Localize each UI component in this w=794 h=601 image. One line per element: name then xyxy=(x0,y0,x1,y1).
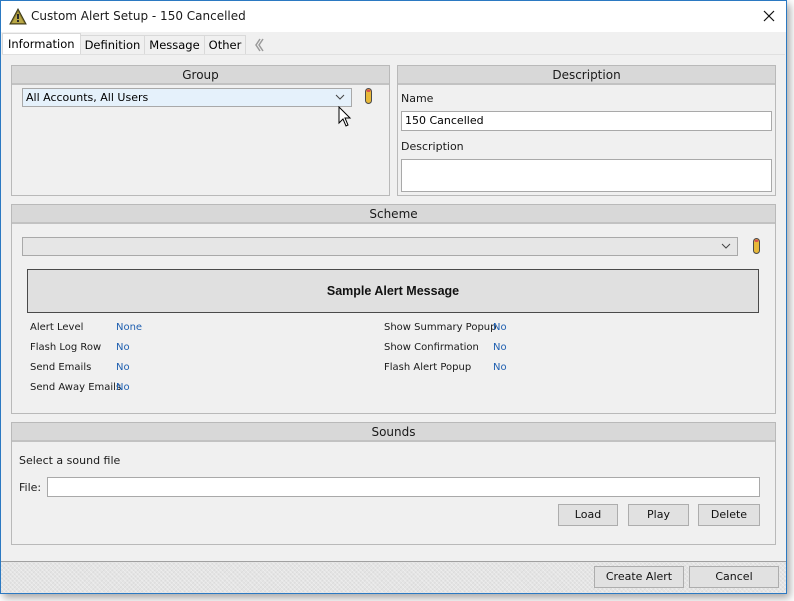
load-button[interactable]: Load xyxy=(558,504,618,526)
description-panel-header: Description xyxy=(398,66,775,85)
scheme-select[interactable] xyxy=(22,237,738,256)
tab-scroll-left-button[interactable] xyxy=(251,35,267,54)
description-label: Description xyxy=(401,140,464,153)
flash-alert-popup-label: Flash Alert Popup xyxy=(384,362,472,373)
warning-triangle-icon xyxy=(9,7,27,25)
group-edit-pill-icon[interactable] xyxy=(365,88,372,104)
scheme-edit-pill-icon[interactable] xyxy=(753,238,760,254)
sound-file-prompt: Select a sound file xyxy=(19,454,121,467)
tab-bar: Information Definition Message Other xyxy=(2,33,267,54)
group-select[interactable]: All Accounts, All Users xyxy=(22,88,352,107)
scheme-panel: Scheme Sample Alert Message Alert Level … xyxy=(11,204,776,414)
close-icon xyxy=(763,10,775,22)
show-confirmation-label: Show Confirmation xyxy=(384,342,479,353)
send-emails-label: Send Emails xyxy=(30,362,92,373)
alert-level-label: Alert Level xyxy=(30,322,84,333)
group-select-value: All Accounts, All Users xyxy=(26,91,149,104)
send-away-emails-label: Send Away Emails xyxy=(30,382,122,393)
sounds-panel: Sounds Select a sound file File: Load Pl… xyxy=(11,422,776,545)
play-button[interactable]: Play xyxy=(628,504,689,526)
file-label: File: xyxy=(19,481,42,494)
flash-log-row-label: Flash Log Row xyxy=(30,342,102,353)
double-chevron-left-icon xyxy=(255,38,264,51)
name-label: Name xyxy=(401,92,434,105)
window-title: Custom Alert Setup - 150 Cancelled xyxy=(31,9,246,23)
cancel-button[interactable]: Cancel xyxy=(689,566,779,588)
tab-other[interactable]: Other xyxy=(203,35,247,54)
alert-level-value[interactable]: None xyxy=(116,322,142,333)
description-panel: Description Name 150 Cancelled Descripti… xyxy=(397,65,776,196)
information-tab-content: Group All Accounts, All Users Descriptio… xyxy=(2,54,785,559)
flash-log-row-value[interactable]: No xyxy=(116,342,130,353)
send-emails-value[interactable]: No xyxy=(116,362,130,373)
sample-alert-message: Sample Alert Message xyxy=(27,269,759,313)
tab-definition[interactable]: Definition xyxy=(79,35,146,54)
group-panel: Group All Accounts, All Users xyxy=(11,65,390,196)
custom-alert-setup-window: Custom Alert Setup - 150 Cancelled Infor… xyxy=(0,0,787,594)
show-confirmation-value[interactable]: No xyxy=(493,342,507,353)
delete-button[interactable]: Delete xyxy=(698,504,760,526)
flash-alert-popup-value[interactable]: No xyxy=(493,362,507,373)
chevron-down-icon xyxy=(335,94,345,100)
name-input[interactable]: 150 Cancelled xyxy=(401,111,772,131)
dialog-footer: Create Alert Cancel xyxy=(1,561,786,593)
show-summary-popup-label: Show Summary Popup xyxy=(384,322,497,333)
sounds-panel-header: Sounds xyxy=(12,423,775,442)
close-button[interactable] xyxy=(752,1,786,31)
sound-file-input[interactable] xyxy=(47,477,760,497)
description-textarea[interactable] xyxy=(401,159,772,192)
send-away-emails-value[interactable]: No xyxy=(116,382,130,393)
scheme-panel-header: Scheme xyxy=(12,205,775,224)
show-summary-popup-value[interactable]: No xyxy=(493,322,507,333)
chevron-down-icon xyxy=(721,243,731,249)
group-panel-header: Group xyxy=(12,66,389,85)
title-bar: Custom Alert Setup - 150 Cancelled xyxy=(1,1,786,32)
tab-information[interactable]: Information xyxy=(2,33,81,54)
create-alert-button[interactable]: Create Alert xyxy=(594,566,684,588)
tab-message[interactable]: Message xyxy=(144,35,205,54)
